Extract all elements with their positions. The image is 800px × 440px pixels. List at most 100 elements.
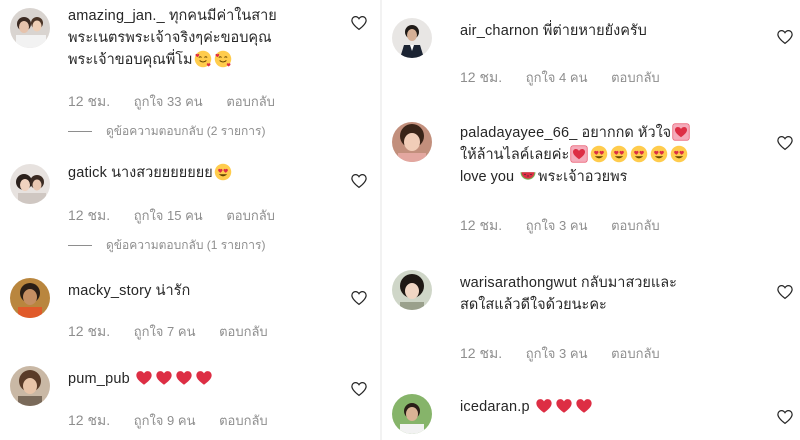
comment-text: น่ารัก: [155, 283, 191, 299]
heart-eyes-emoji: [650, 145, 668, 163]
red-heart-emoji: [175, 369, 193, 387]
reply-button[interactable]: ตอบกลับ: [611, 346, 660, 361]
like-heart-outline-icon[interactable]: [776, 283, 794, 301]
heart-eyes-emoji: [610, 145, 628, 163]
comment-likes[interactable]: ถูกใจ 3 คน: [526, 218, 588, 233]
view-replies-button[interactable]: ดูข้อความตอบกลับ (1 รายการ): [68, 236, 265, 255]
comment-time: 12 ชม.: [68, 412, 111, 428]
avatar[interactable]: [10, 8, 50, 48]
comment-likes[interactable]: ถูกใจ 3 คน: [526, 346, 588, 361]
comment-body: pum_pub: [68, 368, 348, 390]
comment-body: warisarathongwut กลับมาสวยและ สดใสแล้วดี…: [460, 272, 760, 316]
comment-body: paladayayee_66_ อยากกด หัวใจ ให้ล้านไลค์…: [460, 122, 760, 188]
reply-button[interactable]: ตอบกลับ: [226, 94, 275, 109]
comment-time: 12 ชม.: [460, 345, 503, 361]
reply-button[interactable]: ตอบกลับ: [611, 218, 660, 233]
avatar[interactable]: [392, 18, 432, 58]
comment-item: warisarathongwut กลับมาสวยและ สดใสแล้วดี…: [384, 262, 800, 372]
comment-meta: 12 ชม. ถูกใจ 7 คน ตอบกลับ: [68, 321, 288, 343]
avatar[interactable]: [10, 366, 50, 406]
comment-body: macky_story น่ารัก: [68, 280, 348, 302]
comment-likes[interactable]: ถูกใจ 7 คน: [134, 324, 196, 339]
heart-box-emoji: [672, 123, 690, 141]
reply-button[interactable]: ตอบกลับ: [219, 324, 268, 339]
comment-time: 12 ชม.: [68, 323, 111, 339]
like-heart-outline-icon[interactable]: [776, 28, 794, 46]
like-heart-outline-icon[interactable]: [776, 408, 794, 426]
heart-eyes-emoji: [590, 145, 608, 163]
comment-likes[interactable]: ถูกใจ 4 คน: [526, 70, 588, 85]
comment-time: 12 ชม.: [68, 93, 111, 109]
comment-text: พระเจ้าขอบคุณพี่โม: [68, 52, 193, 68]
comment-username[interactable]: gatick: [68, 165, 107, 181]
comment-column-left: amazing_jan._ ทุกคนมีค่าในสาย พระเนตรพระ…: [0, 0, 378, 440]
comment-body: icedaran.p: [460, 396, 760, 418]
comment-time: 12 ชม.: [460, 217, 503, 233]
red-heart-emoji: [135, 369, 153, 387]
comment-likes[interactable]: ถูกใจ 9 คน: [134, 413, 196, 428]
comment-likes[interactable]: ถูกใจ 15 คน: [134, 208, 203, 223]
comment-meta: 12 ชม. ถูกใจ 9 คน ตอบกลับ: [68, 410, 288, 432]
avatar[interactable]: [10, 164, 50, 204]
heart-eyes-emoji: [630, 145, 648, 163]
comment-text: ให้ล้านไลค์เลยค่ะ: [460, 147, 570, 163]
comment-username[interactable]: macky_story: [68, 283, 152, 299]
comment-time: 12 ชม.: [460, 69, 503, 85]
avatar[interactable]: [392, 394, 432, 434]
comment-text: พี่ต่ายหายยังครับ: [542, 23, 647, 39]
comment-text: สดใสแล้วดีใจด้วยนะคะ: [460, 297, 607, 313]
reply-button[interactable]: ตอบกลับ: [219, 413, 268, 428]
comment-column-right: air_charnon พี่ต่ายหายยังครับ 12 ชม. ถูก…: [384, 0, 800, 440]
comment-meta: 12 ชม. ถูกใจ 3 คน ตอบกลับ: [460, 343, 680, 365]
comment-body: gatick นางสวยยยยยยย: [68, 162, 348, 184]
comment-item: gatick นางสวยยยยยยย 12 ชม. ถูกใจ 15 คน ต…: [0, 150, 378, 262]
reply-button[interactable]: ตอบกลับ: [611, 70, 660, 85]
red-heart-emoji: [575, 397, 593, 415]
replies-divider-line: [68, 131, 92, 133]
heart-eyes-emoji: [670, 145, 688, 163]
comment-username[interactable]: air_charnon: [460, 23, 539, 39]
comment-text: นางสวยยยยยยย: [111, 165, 213, 181]
comment-time: 12 ชม.: [68, 207, 111, 223]
comment-meta: 12 ชม. ถูกใจ 4 คน ตอบกลับ: [460, 67, 680, 89]
view-replies-label: ดูข้อความตอบกลับ (1 รายการ): [106, 238, 266, 252]
comment-likes[interactable]: ถูกใจ 33 คน: [134, 94, 203, 109]
comment-username[interactable]: paladayayee_66_: [460, 125, 578, 141]
smiling-hearts-emoji: [214, 50, 232, 68]
red-heart-emoji: [155, 369, 173, 387]
watermelon-emoji: [519, 167, 537, 185]
comment-meta: 12 ชม. ถูกใจ 15 คน ตอบกลับ: [68, 205, 295, 227]
comment-text: ทุกคนมีค่าในสาย: [168, 8, 277, 24]
comment-item: icedaran.p: [384, 388, 800, 440]
comment-username[interactable]: warisarathongwut: [460, 275, 577, 291]
reply-button[interactable]: ตอบกลับ: [226, 208, 275, 223]
like-heart-outline-icon[interactable]: [350, 289, 368, 307]
view-replies-button[interactable]: ดูข้อความตอบกลับ (2 รายการ): [68, 122, 265, 141]
view-replies-label: ดูข้อความตอบกลับ (2 รายการ): [106, 124, 266, 138]
comment-meta: 12 ชม. ถูกใจ 33 คน ตอบกลับ: [68, 91, 295, 113]
comment-username[interactable]: amazing_jan._: [68, 8, 165, 24]
like-heart-outline-icon[interactable]: [350, 172, 368, 190]
comment-username[interactable]: pum_pub: [68, 371, 130, 387]
avatar[interactable]: [10, 278, 50, 318]
avatar[interactable]: [392, 122, 432, 162]
red-heart-emoji: [195, 369, 213, 387]
smiling-hearts-emoji: [194, 50, 212, 68]
comment-item: macky_story น่ารัก 12 ชม. ถูกใจ 7 คน ตอบ…: [0, 268, 378, 348]
comment-text: อยากกด หัวใจ: [581, 125, 672, 141]
comment-item: paladayayee_66_ อยากกด หัวใจ ให้ล้านไลค์…: [384, 112, 800, 252]
comment-meta: 12 ชม. ถูกใจ 3 คน ตอบกลับ: [460, 215, 680, 237]
comment-text: love you: [460, 169, 515, 185]
red-heart-emoji: [555, 397, 573, 415]
heart-eyes-emoji: [214, 163, 232, 181]
column-divider: [380, 0, 382, 440]
like-heart-outline-icon[interactable]: [350, 380, 368, 398]
comment-text: กลับมาสวยและ: [580, 275, 677, 291]
comment-username[interactable]: icedaran.p: [460, 399, 530, 415]
comment-text: พระเนตรพระเจ้าจริงๆค่ะขอบคุณ: [68, 30, 272, 46]
like-heart-outline-icon[interactable]: [350, 14, 368, 32]
avatar[interactable]: [392, 270, 432, 310]
comment-item: pum_pub 12 ชม. ถูกใจ 9 คน ตอบกลับ: [0, 358, 378, 440]
comment-item: air_charnon พี่ต่ายหายยังครับ 12 ชม. ถูก…: [384, 0, 800, 100]
like-heart-outline-icon[interactable]: [776, 134, 794, 152]
